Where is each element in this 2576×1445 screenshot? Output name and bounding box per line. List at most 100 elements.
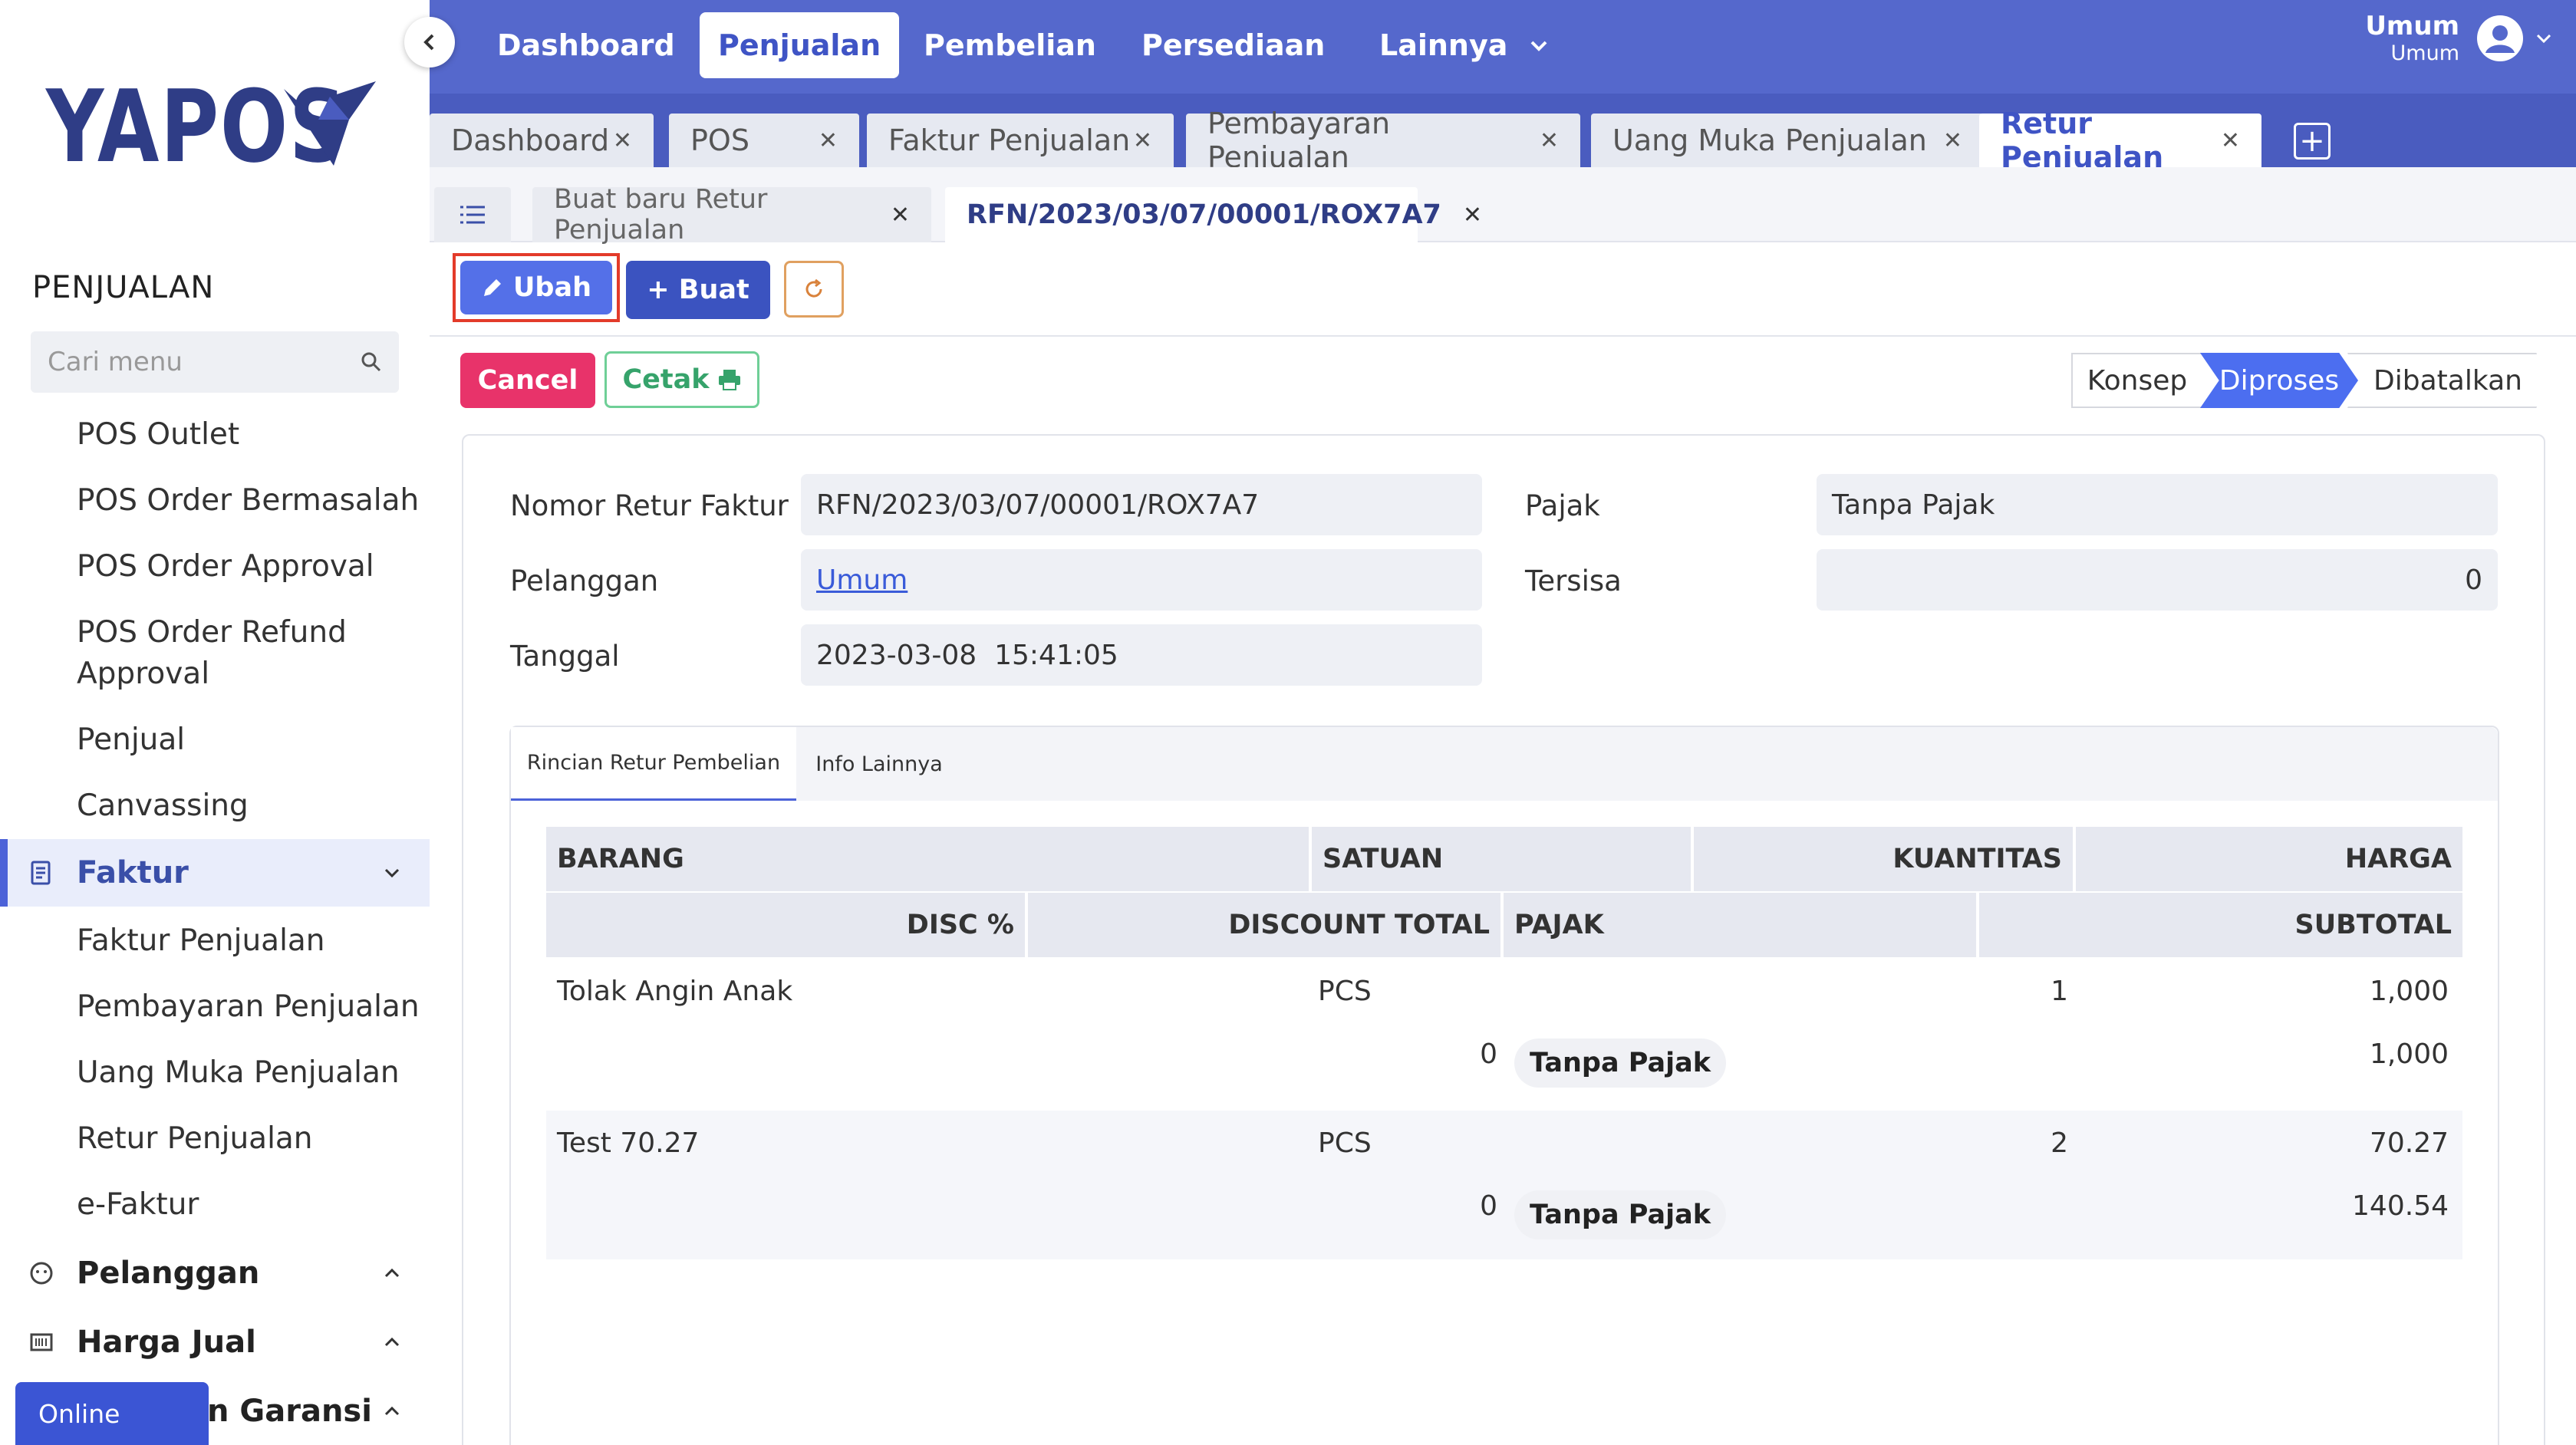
online-status-badge[interactable]: Online: [15, 1382, 209, 1445]
sidebar-item-faktur-penjualan[interactable]: Faktur Penjualan: [77, 920, 325, 962]
close-icon[interactable]: ✕: [891, 202, 910, 229]
tersisa-field[interactable]: 0: [1817, 549, 2498, 611]
sidebar-search-input[interactable]: Cari menu: [31, 331, 399, 393]
chevron-down-icon: [384, 868, 400, 878]
row1-pajak-badge: Tanpa Pajak: [1514, 1038, 1726, 1088]
close-icon[interactable]: ✕: [1133, 127, 1152, 154]
sidebar-item-pos-order-refund[interactable]: POS Order Refund: [77, 612, 347, 653]
chevron-up-icon: [384, 1406, 400, 1416]
close-icon[interactable]: ✕: [1540, 127, 1559, 154]
tab-rincian-retur[interactable]: Rincian Retur Pembelian: [511, 727, 796, 801]
tab-pembayaran-penjualan[interactable]: Pembayaran Penjualan ✕: [1186, 107, 1580, 174]
tab-pos[interactable]: POS ✕: [669, 114, 859, 167]
pencil-icon: [483, 279, 501, 296]
printer-icon: [718, 370, 740, 390]
header-satuan: SATUAN: [1312, 827, 1691, 891]
sidebar-item-pos-order-approval[interactable]: POS Order Approval: [77, 546, 374, 588]
close-icon[interactable]: ✕: [2221, 127, 2240, 154]
tanggal-label: Tanggal: [510, 640, 620, 673]
logo: YAPOS: [46, 77, 423, 176]
header-harga: HARGA: [2076, 827, 2462, 891]
nav-more-chevron-icon[interactable]: [1527, 34, 1551, 58]
tab-info-lainnya[interactable]: Info Lainnya: [796, 727, 962, 801]
subtab-buat-baru[interactable]: Buat baru Retur Penjualan ✕: [532, 184, 931, 245]
pelanggan-field[interactable]: Umum: [801, 549, 1482, 611]
face-icon: [30, 1262, 53, 1285]
tab-retur-penjualan[interactable]: Retur Penjualan ✕: [1979, 107, 2261, 174]
list-view-button[interactable]: [434, 187, 511, 242]
invoice-icon: [31, 861, 51, 885]
sidebar-item-pos-order-refund-approval[interactable]: Approval: [77, 653, 209, 695]
list-icon: [460, 206, 485, 224]
row1-barang: Tolak Angin Anak: [557, 976, 793, 1007]
nav-lainnya[interactable]: Lainnya: [1361, 12, 1526, 78]
row1-harga: 1,000: [2369, 976, 2449, 1007]
sidebar-item-pos-outlet[interactable]: POS Outlet: [77, 414, 239, 456]
search-icon: [361, 352, 381, 372]
close-icon[interactable]: ✕: [819, 127, 838, 154]
header-pajak: PAJAK: [1504, 893, 1976, 957]
sidebar-group-label: Faktur: [77, 855, 189, 890]
nav-pembelian[interactable]: Pembelian: [905, 12, 1115, 78]
sidebar-item-e-faktur[interactable]: e-Faktur: [77, 1184, 199, 1226]
row2-disc: 0: [1480, 1190, 1497, 1222]
row2-barang: Test 70.27: [557, 1127, 700, 1159]
close-icon[interactable]: ✕: [1463, 202, 1482, 229]
header-disc: DISC %: [546, 893, 1025, 957]
subtab-retur-document[interactable]: RFN/2023/03/07/00001/ROX7A7 ✕: [945, 187, 1482, 242]
status-dibatalkan[interactable]: Dibatalkan: [2347, 353, 2548, 408]
pajak-field[interactable]: Tanpa Pajak: [1817, 474, 2498, 535]
tab-faktur-penjualan[interactable]: Faktur Penjualan ✕: [867, 114, 1174, 167]
status-diproses[interactable]: Diproses: [2200, 353, 2358, 408]
tab-uang-muka-penjualan[interactable]: Uang Muka Penjualan ✕: [1591, 114, 1984, 167]
close-icon[interactable]: ✕: [1943, 127, 1962, 154]
nomor-retur-field[interactable]: RFN/2023/03/07/00001/ROX7A7: [801, 474, 1482, 535]
close-icon[interactable]: ✕: [613, 127, 632, 154]
sidebar-group-label: n Garansi: [207, 1394, 372, 1429]
nav-dashboard[interactable]: Dashboard: [479, 12, 693, 78]
cetak-button[interactable]: Cetak: [604, 351, 759, 408]
tersisa-label: Tersisa: [1525, 565, 1622, 597]
ubah-button[interactable]: Ubah: [460, 261, 612, 314]
row2-harga: 70.27: [2369, 1127, 2449, 1159]
search-placeholder: Cari menu: [48, 347, 183, 377]
sidebar-group-harga-jual[interactable]: Harga Jual: [0, 1308, 430, 1376]
user-menu[interactable]: Umum Umum: [2365, 11, 2553, 65]
row2-subtotal: 140.54: [2352, 1190, 2449, 1222]
tab-dashboard[interactable]: Dashboard ✕: [430, 114, 654, 167]
sidebar-group-pelanggan[interactable]: Pelanggan: [0, 1239, 430, 1307]
header-barang: BARANG: [546, 827, 1309, 891]
pelanggan-link[interactable]: Umum: [816, 565, 908, 596]
refresh-icon: [805, 278, 822, 298]
row1-kuantitas: 1: [2051, 976, 2068, 1007]
collapse-sidebar-button[interactable]: [404, 17, 455, 67]
nav-persediaan[interactable]: Persediaan: [1123, 12, 1343, 78]
row1-satuan: PCS: [1318, 976, 1372, 1007]
row1-disc: 0: [1480, 1038, 1497, 1070]
bird-logo-icon: [284, 81, 376, 166]
pajak-label: Pajak: [1525, 489, 1600, 522]
sidebar-item-canvassing[interactable]: Canvassing: [77, 785, 249, 827]
sidebar-item-penjual[interactable]: Penjual: [77, 719, 185, 761]
sidebar: YAPOS PENJUALAN Cari menu POS Outlet POS…: [0, 0, 455, 1445]
row2-kuantitas: 2: [2051, 1127, 2068, 1159]
refresh-button[interactable]: [784, 261, 844, 318]
sidebar-item-uang-muka-penjualan[interactable]: Uang Muka Penjualan: [77, 1052, 400, 1094]
sidebar-group-faktur[interactable]: Faktur: [0, 839, 430, 907]
row1-subtotal: 1,000: [2369, 1038, 2449, 1070]
nav-penjualan[interactable]: Penjualan: [700, 12, 900, 78]
buat-button[interactable]: + Buat: [626, 261, 770, 319]
sidebar-item-retur-penjualan[interactable]: Retur Penjualan: [77, 1118, 313, 1160]
add-tab-button[interactable]: +: [2294, 123, 2331, 160]
status-konsep[interactable]: Konsep: [2071, 353, 2202, 408]
cancel-button[interactable]: Cancel: [460, 353, 595, 408]
header-subtotal: SUBTOTAL: [1979, 893, 2462, 957]
sidebar-group-label: Pelanggan: [77, 1256, 260, 1291]
sidebar-item-pos-order-bermasalah[interactable]: POS Order Bermasalah: [77, 480, 419, 522]
tanggal-field[interactable]: 2023-03-08 15:41:05: [801, 624, 1482, 686]
user-role: Umum: [2390, 41, 2459, 65]
header-discount-total: DISCOUNT TOTAL: [1028, 893, 1500, 957]
sidebar-item-pembayaran-penjualan[interactable]: Pembayaran Penjualan: [77, 986, 420, 1028]
chevron-up-icon: [384, 1337, 400, 1347]
barcode-icon: [30, 1333, 53, 1351]
